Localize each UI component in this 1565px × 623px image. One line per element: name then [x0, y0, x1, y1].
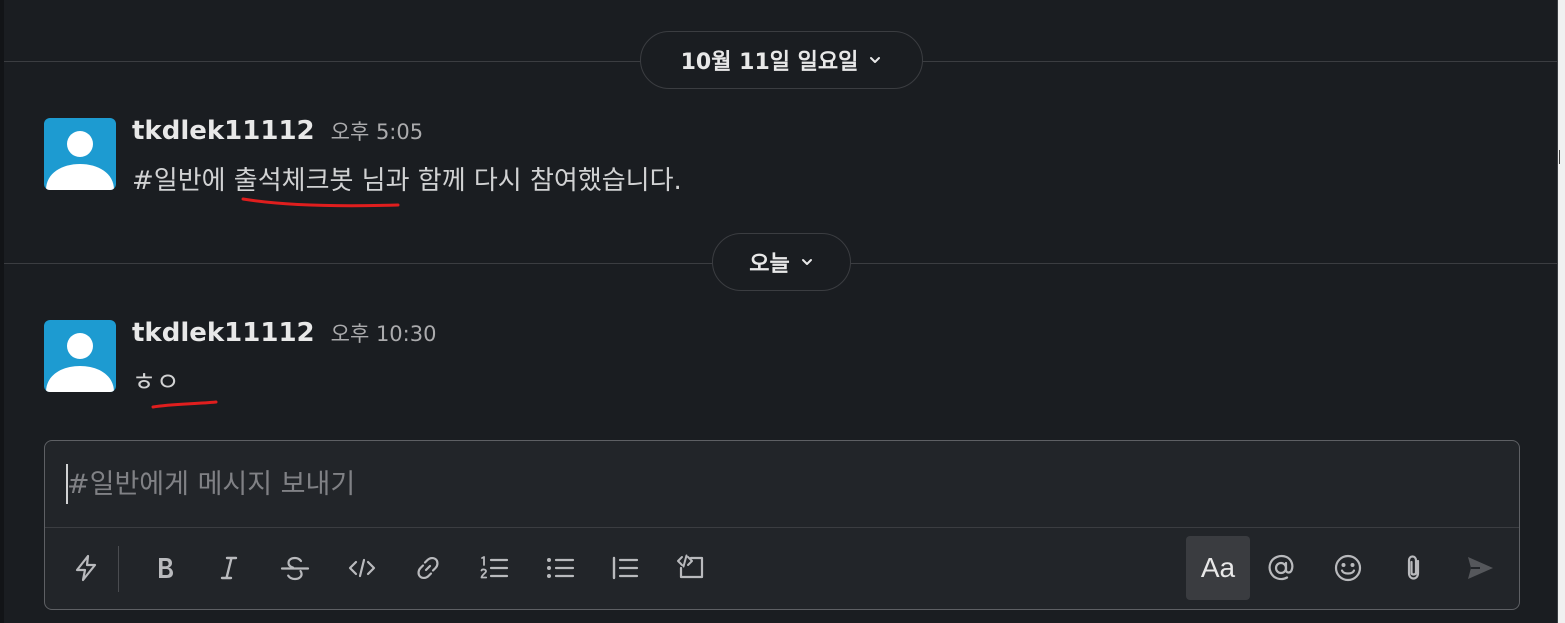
message-text: ㅎㅇ [132, 368, 180, 398]
bulleted-list-button[interactable] [529, 537, 591, 599]
red-annotation-underline [151, 400, 218, 409]
smiley-face-icon [1334, 554, 1362, 582]
numbered-list-icon [480, 556, 509, 579]
send-arrow-icon [1468, 557, 1493, 579]
format-toggle-button[interactable]: Aa [1186, 536, 1250, 600]
bulleted-list-icon [547, 558, 575, 578]
emoji-button[interactable] [1317, 537, 1379, 599]
default-user-icon [46, 333, 114, 392]
text-caret [66, 464, 68, 504]
chevron-down-icon [870, 57, 881, 63]
bold-button[interactable] [134, 537, 196, 599]
blockquote-icon [612, 556, 639, 580]
formatting-toolbar: Aa [45, 528, 1519, 610]
send-button[interactable] [1449, 537, 1511, 599]
attach-button[interactable] [1383, 537, 1445, 599]
default-user-icon [46, 131, 114, 190]
date-divider-label: 오늘 [749, 252, 790, 277]
code-block-button[interactable] [660, 537, 722, 599]
toolbar-separator [118, 546, 119, 592]
strikethrough-icon [280, 556, 310, 581]
message-text: #일반에 출석체크봇 님과 함께 다시 참여했습니다. [132, 166, 682, 196]
message-timestamp[interactable]: 오후 5:05 [331, 116, 423, 146]
avatar[interactable] [44, 320, 116, 392]
link-icon [417, 556, 439, 580]
at-sign-icon [1268, 554, 1294, 581]
shortcuts-button[interactable] [55, 537, 117, 599]
link-button[interactable] [397, 537, 459, 599]
window-left-border [0, 0, 4, 623]
mention-button[interactable] [1250, 537, 1312, 599]
code-button[interactable] [331, 537, 393, 599]
window-right-edge [1557, 0, 1565, 623]
message-input[interactable] [45, 441, 1519, 527]
message-header: tkdlek11112 오후 5:05 [132, 116, 423, 146]
date-divider-label: 10월 11일 일요일 [680, 50, 859, 75]
blockquote-button[interactable] [594, 537, 656, 599]
message-header: tkdlek11112 오후 10:30 [132, 318, 436, 348]
code-block-icon [677, 554, 704, 579]
chevron-down-icon [801, 259, 812, 265]
date-divider-pill-oct-11[interactable]: 10월 11일 일요일 [640, 31, 923, 89]
message-author[interactable]: tkdlek11112 [132, 318, 315, 348]
date-divider-pill-today[interactable]: 오늘 [712, 233, 851, 291]
message-composer: Aa [44, 440, 1520, 610]
avatar[interactable] [44, 118, 116, 190]
bold-icon [159, 558, 173, 578]
paperclip-icon [1407, 555, 1420, 580]
italic-icon [220, 556, 238, 580]
edge-marker [1559, 150, 1564, 164]
red-annotation-underline [241, 197, 400, 208]
strikethrough-button[interactable] [264, 537, 326, 599]
numbered-list-button[interactable] [463, 537, 525, 599]
message-timestamp[interactable]: 오후 10:30 [331, 318, 437, 348]
format-toggle-label: Aa [1200, 552, 1236, 583]
message-author[interactable]: tkdlek11112 [132, 116, 315, 146]
italic-button[interactable] [198, 537, 260, 599]
code-icon [348, 558, 376, 578]
lightning-icon [75, 554, 97, 582]
